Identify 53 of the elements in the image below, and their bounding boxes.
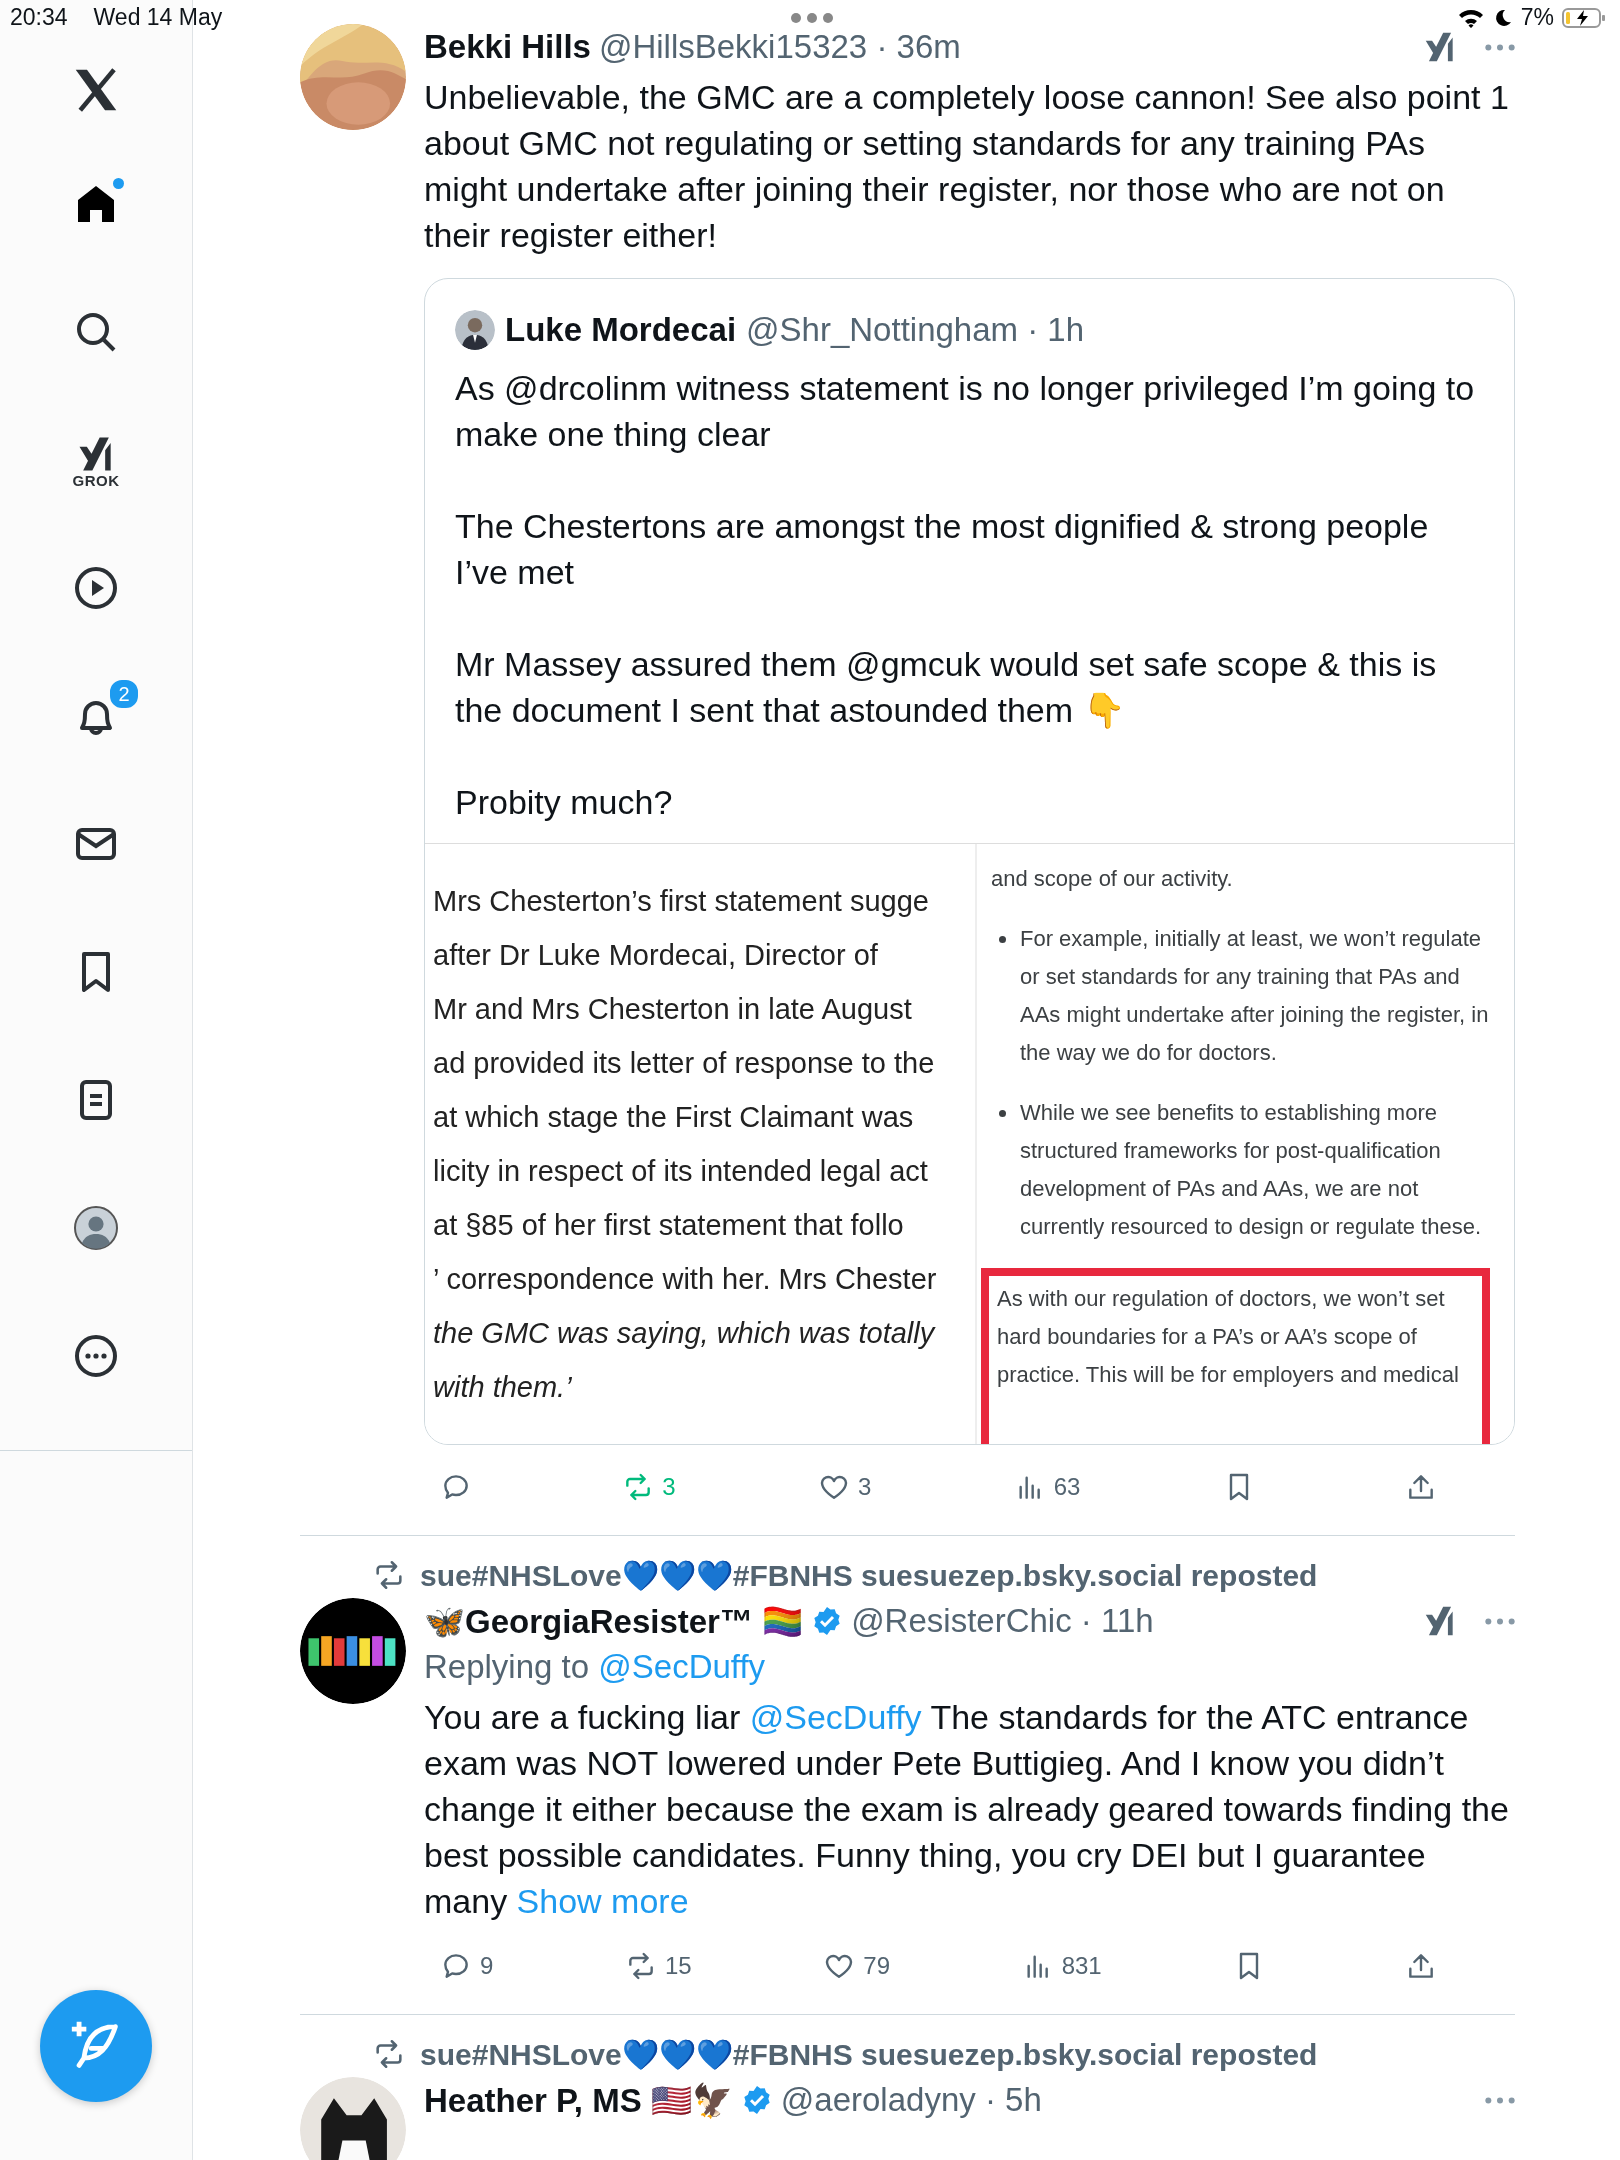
document-paragraph: and scope of our activity.: [991, 865, 1234, 893]
document-line: after Dr Luke Mordecai, Director of: [432, 938, 879, 973]
reply-context: Replying to @SecDuffy: [424, 1647, 767, 1687]
document-paragraph: As with our regulation of doctors, we won’t set hard boundaries for a PA’s or AA’s scope of practice. This will be for employers and medical: [997, 1286, 1459, 1387]
more-icon[interactable]: [1485, 1617, 1515, 1625]
author-handle: @ResisterChic · 11h: [851, 1602, 1154, 1640]
author-handle: @HillsBekki15323 · 36m: [598, 28, 961, 66]
repost-attribution: sue#NHSLove💙💙💙#FBNHS suesuezep.bsky.social reposted: [420, 1557, 1318, 1593]
grok-tab[interactable]: GROK: [66, 425, 126, 495]
repost-attribution: sue#NHSLove💙💙💙#FBNHS suesuezep.bsky.social reposted: [420, 2036, 1318, 2072]
reply-button[interactable]: 9: [440, 1950, 494, 1982]
author-handle: @aeroladyny · 5h: [780, 2081, 1042, 2119]
document-line: Mr and Mrs Chesterton in late August: [432, 992, 913, 1027]
repost-button[interactable]: 15: [625, 1950, 692, 1982]
document-line: Mrs Chesterton’s first statement sugge: [432, 884, 930, 919]
avatar-icon: [72, 1204, 120, 1252]
multitask-dots-icon: [790, 12, 834, 24]
author-name[interactable]: Heather P, MS 🇺🇸🦅: [424, 2080, 733, 2120]
document-line: the GMC was saying, which was totally: [432, 1316, 937, 1351]
author-name[interactable]: 🦋GeorgiaResister™ 🏳‍🌈: [424, 1601, 804, 1641]
battery-percent: 7%: [1520, 4, 1554, 31]
bullet-icon: [999, 936, 1006, 943]
compose-button[interactable]: [40, 1990, 152, 2102]
quoted-post-card[interactable]: [424, 278, 1515, 1445]
quoted-text: The Chestertons are amongst the most dignified & strong people I’ve met: [455, 506, 1430, 593]
document-line: at §85 of her first statement that follo: [432, 1208, 905, 1243]
play-icon: [72, 564, 120, 612]
document-paragraph: While we see benefits to establishing more structured frameworks for post-qualification development of PAs and AAs, we are not currently resourced to design or regulate these.: [1020, 1099, 1483, 1241]
notification-count: 2: [108, 678, 140, 710]
post-text: Unbelievable, the GMC are a completely loose cannon! See also point 1 about GMC not regulating or setting standards for any training PAs might undertake after joining their register, nor those who are not on their register either!: [424, 77, 1510, 256]
author-name[interactable]: Bekki Hills: [424, 28, 591, 66]
document-line: licity in respect of its intended legal act: [432, 1154, 929, 1189]
more-icon[interactable]: [1485, 2096, 1515, 2104]
views-button[interactable]: 63: [1013, 1471, 1081, 1503]
document-line: ad provided its letter of response to the: [432, 1046, 936, 1081]
document-paragraph: For example, initially at least, we won’t regulate or set standards for any training that PAs and AAs might undertake after joining the register, in the way we do for doctors.: [1020, 925, 1490, 1067]
clock-time: 20:34: [10, 4, 68, 31]
document-line: ’ correspondence with her. Mrs Chester: [432, 1262, 938, 1297]
quoted-text: Mr Massey assured them @gmcuk would set safe scope & this is the document I sent that astounded them 👇: [455, 644, 1438, 731]
like-button[interactable]: 3: [818, 1471, 872, 1503]
quoted-text: As @drcolinm witness statement is no longer privileged I’m going to make one thing clear: [455, 368, 1476, 455]
author-handle: @Shr_Nottingham · 1h: [746, 311, 1085, 349]
like-button[interactable]: 79: [823, 1950, 890, 1982]
bullet-icon: [999, 1110, 1006, 1117]
quoted-text: Probity much?: [455, 782, 674, 823]
post-text: You are a fucking liar @SecDuffy The standards for the ATC entrance exam was NOT lowered under Pete Buttigieg. And I know you didn’t change it either because the exam is already geared towards finding the best possible candidates. Funny thing, you cry DEI but I guarantee many Show more: [424, 1697, 1510, 1922]
more-icon[interactable]: [1485, 43, 1515, 51]
more-icon: [72, 1332, 120, 1380]
views-button[interactable]: 831: [1021, 1950, 1102, 1982]
author-name[interactable]: Luke Mordecai: [505, 311, 737, 349]
document-line: with them.’: [432, 1370, 573, 1405]
date-text: Wed 14 May: [93, 4, 223, 31]
document-line: at which stage the First Claimant was: [432, 1100, 915, 1135]
